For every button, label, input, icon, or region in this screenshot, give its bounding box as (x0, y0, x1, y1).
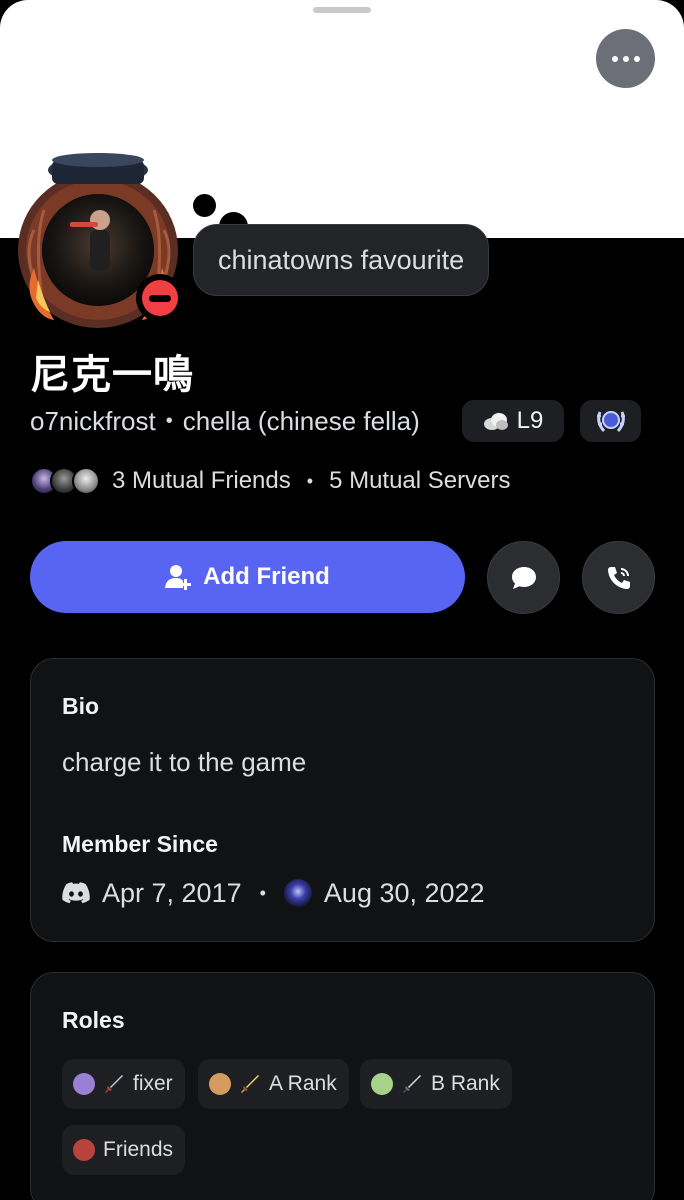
role-pill[interactable]: Friends (62, 1125, 186, 1175)
cloud-icon (483, 412, 508, 430)
custom-status-bubble[interactable]: chinatowns favourite (193, 224, 490, 296)
username[interactable]: o7nickfrost (30, 406, 156, 437)
laurel-icon (596, 411, 625, 432)
mutual-servers-link[interactable]: 5 Mutual Servers (329, 467, 510, 495)
display-name: 尼克一鳴 (30, 353, 194, 397)
phone-icon (607, 566, 630, 589)
discord-logo-icon (62, 882, 90, 904)
do-not-disturb-icon (142, 280, 178, 316)
role-color-dot (73, 1073, 95, 1095)
pronouns: chella (chinese fella) (182, 405, 420, 436)
role-pill[interactable]: fixer (62, 1059, 185, 1109)
role-name: Friends (103, 1138, 174, 1161)
role-color-dot (73, 1139, 95, 1161)
username-row: o7nickfrost • chella (chinese fella) (30, 400, 420, 442)
member-since-heading: Member Since (62, 831, 218, 857)
level-label: L9 (516, 407, 544, 434)
sword-icon (103, 1073, 125, 1095)
add-user-icon (165, 565, 192, 590)
dot-icon (633, 55, 640, 62)
separator-dot: • (259, 882, 266, 903)
dot-icon (611, 55, 618, 62)
sword-icon (239, 1073, 261, 1095)
role-name: A Rank (269, 1072, 337, 1095)
level-badge[interactable]: L9 (462, 400, 564, 442)
role-name: B Rank (431, 1072, 500, 1095)
mutual-friend-avatars (30, 465, 104, 497)
bio-heading: Bio (62, 693, 100, 719)
mutuals-row: 3 Mutual Friends • 5 Mutual Servers (30, 464, 510, 498)
separator-dot: • (306, 470, 314, 491)
voice-call-button[interactable] (582, 541, 655, 614)
dot-icon (622, 55, 629, 62)
nitro-badge[interactable] (580, 400, 641, 442)
roles-heading: Roles (62, 1007, 125, 1033)
role-pill[interactable]: B Rank (360, 1059, 512, 1109)
role-color-dot (209, 1073, 231, 1095)
server-member-since: Aug 30, 2022 (323, 877, 485, 908)
custom-status-text: chinatowns favourite (218, 244, 465, 275)
add-friend-label: Add Friend (203, 563, 330, 590)
discord-member-since: Apr 7, 2017 (102, 877, 242, 908)
role-color-dot (371, 1073, 393, 1095)
chat-bubble-icon (511, 566, 536, 589)
roles-card: Roles fixer A Rank B Rank Friends (30, 972, 655, 1200)
more-options-button[interactable] (596, 29, 655, 88)
separator-dot: • (165, 409, 173, 432)
status-bubble-tail (193, 194, 216, 217)
sheet-drag-handle[interactable] (313, 7, 371, 13)
role-pill[interactable]: A Rank (198, 1059, 349, 1109)
sword-icon (401, 1073, 423, 1095)
message-button[interactable] (487, 541, 560, 614)
mutual-friends-link[interactable]: 3 Mutual Friends (112, 467, 291, 495)
server-icon (283, 879, 312, 907)
bio-text: charge it to the game (62, 747, 307, 777)
role-name: fixer (133, 1072, 173, 1095)
member-since-row: Apr 7, 2017 • Aug 30, 2022 (62, 873, 485, 913)
avatar (72, 467, 100, 495)
add-friend-button[interactable]: Add Friend (30, 541, 465, 613)
bio-card: Bio charge it to the game Member Since A… (30, 658, 655, 942)
status-indicator (136, 274, 184, 322)
